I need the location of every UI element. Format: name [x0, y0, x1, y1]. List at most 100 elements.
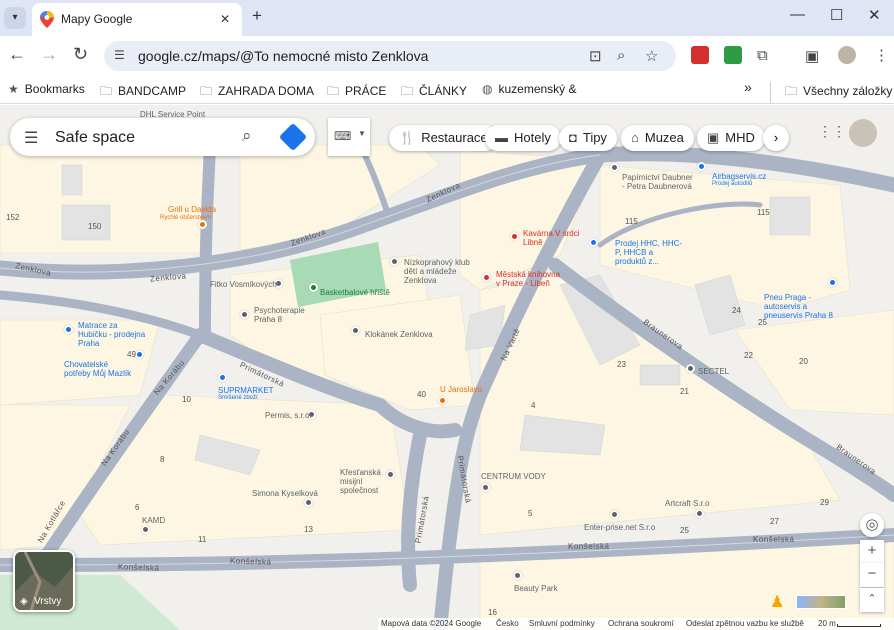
- poi-label[interactable]: Prodej HHC, HHC-P, HHCB a produktů z...: [615, 239, 685, 266]
- poi-label[interactable]: U Jaroslava: [440, 385, 482, 394]
- checkmark-extension-icon[interactable]: [724, 46, 742, 64]
- poi-label[interactable]: Nízkoprahový klub dětí a mládeže Zenklov…: [404, 258, 474, 285]
- url-text[interactable]: google.cz/maps/@To nemocné misto Zenklov…: [138, 48, 428, 64]
- imagery-thumbnails[interactable]: [796, 595, 846, 609]
- poi-pin-icon[interactable]: [686, 364, 695, 373]
- poi-label[interactable]: Psychoterapie Praha 8: [254, 306, 314, 324]
- install-app-icon[interactable]: ⊡: [589, 47, 602, 65]
- layers-button[interactable]: ◈ Vrstvy: [13, 550, 75, 612]
- chip-tips[interactable]: ◘ Tipy: [559, 125, 617, 151]
- bookmarks-button[interactable]: ★ Bookmarks: [8, 82, 85, 96]
- pdf-extension-icon[interactable]: [691, 46, 709, 64]
- directions-icon[interactable]: [278, 122, 308, 152]
- expand-icon[interactable]: ⌃: [860, 588, 884, 612]
- car-service-pin-icon[interactable]: [828, 278, 837, 287]
- poi-pin-icon[interactable]: [513, 571, 522, 580]
- back-icon[interactable]: ←: [8, 44, 26, 65]
- poi-pin-icon[interactable]: [695, 509, 704, 518]
- map-canvas[interactable]: Zenklova Zenklova Zenklova Zenklova Prim…: [0, 105, 894, 630]
- poi-label[interactable]: Křesťanská misijní společnost: [340, 468, 388, 495]
- new-tab-icon[interactable]: +: [252, 6, 262, 26]
- poi-label[interactable]: Grill u Davida: [168, 205, 216, 214]
- account-avatar[interactable]: [849, 119, 877, 147]
- feedback-link[interactable]: Odeslat zpětnou vazbu ke službě: [686, 619, 804, 628]
- poi-label[interactable]: Papírnictví Daubner - Petra Daubnerová: [622, 173, 694, 191]
- tab-maps[interactable]: Mapy Google ✕: [32, 3, 242, 36]
- poi-label[interactable]: Kavárna V srdci Libně: [523, 229, 583, 247]
- zoom-in-button[interactable]: +: [860, 540, 884, 564]
- poi-pin-icon[interactable]: [610, 510, 619, 519]
- restaurant-pin-icon[interactable]: [438, 396, 447, 405]
- poi-label[interactable]: CENTRUM VODY: [481, 472, 546, 481]
- google-apps-icon[interactable]: ⋮⋮: [818, 123, 846, 140]
- bookmark-folder[interactable]: 🗀 PRÁCE: [327, 82, 386, 103]
- poi-label[interactable]: Chovatelské potřeby Můj Mazlík: [64, 360, 134, 378]
- chevron-right-icon[interactable]: ›: [763, 125, 789, 151]
- forward-icon[interactable]: →: [40, 44, 58, 65]
- search-input[interactable]: Safe space: [55, 129, 135, 147]
- poi-label[interactable]: KAMD: [142, 516, 165, 525]
- maximize-icon[interactable]: ☐: [830, 6, 843, 24]
- reload-icon[interactable]: ↻: [73, 44, 88, 65]
- poi-pin-icon[interactable]: [304, 498, 313, 507]
- poi-pin-icon[interactable]: [240, 310, 249, 319]
- chip-hotels[interactable]: ▬ Hotely: [485, 125, 561, 151]
- shop-pin-icon[interactable]: [589, 238, 598, 247]
- park-pin-icon[interactable]: [309, 283, 318, 292]
- poi-pin-icon[interactable]: [481, 483, 490, 492]
- shop-pin-icon[interactable]: [610, 163, 619, 172]
- poi-label[interactable]: Beauty Park: [514, 584, 558, 593]
- poi-label[interactable]: Enter-prise.net S.r.o: [584, 523, 655, 532]
- all-bookmarks-folder[interactable]: 🗀 Všechny záložky: [770, 82, 892, 103]
- chip-museums[interactable]: ⌂ Muzea: [621, 125, 694, 151]
- search-box[interactable]: ☰ Safe space ⌕: [10, 118, 315, 156]
- profile-avatar[interactable]: [838, 46, 856, 64]
- poi-label[interactable]: Simona Kyselková: [252, 489, 318, 498]
- poi-label[interactable]: Městská knihovna v Praze - Libeň: [496, 270, 564, 288]
- search-icon[interactable]: ⌕: [242, 126, 252, 146]
- bookmark-folder[interactable]: 🗀 ZAHRADA DOMA: [200, 82, 314, 103]
- poi-label[interactable]: Pneu Praga - autoservis a pneuservis Pra…: [764, 293, 844, 320]
- poi-label[interactable]: Permis, s.r.o.: [265, 411, 312, 420]
- bookmark-folder[interactable]: 🗀 BANDCAMP: [100, 82, 186, 103]
- side-panel-icon[interactable]: ▣: [805, 47, 819, 65]
- poi-pin-icon[interactable]: [390, 257, 399, 266]
- chip-restaurants[interactable]: 🍴 Restaurace: [389, 125, 498, 151]
- privacy-link[interactable]: Ochrana soukromí: [608, 619, 674, 628]
- input-tools-button[interactable]: ⌨ ▼: [328, 118, 370, 156]
- more-bookmarks-icon[interactable]: »: [744, 79, 752, 95]
- country-link[interactable]: Česko: [496, 619, 519, 628]
- poi-label[interactable]: SECTEL: [698, 367, 729, 376]
- shop-pin-icon[interactable]: [64, 325, 73, 334]
- library-pin-icon[interactable]: [482, 273, 491, 282]
- close-tab-icon[interactable]: ✕: [220, 12, 230, 26]
- minimize-icon[interactable]: —: [790, 6, 805, 23]
- zoom-out-button[interactable]: −: [860, 563, 884, 587]
- hamburger-menu-icon[interactable]: ☰: [24, 128, 38, 148]
- bookmark-star-icon[interactable]: ☆: [645, 47, 658, 65]
- pet-shop-pin-icon[interactable]: [135, 350, 144, 359]
- poi-pin-icon[interactable]: [141, 525, 150, 534]
- poi-label[interactable]: Matrace za Hubičku - prodejna Praha: [78, 321, 148, 348]
- cafe-pin-icon[interactable]: [510, 232, 519, 241]
- close-window-icon[interactable]: ✕: [868, 6, 881, 24]
- chip-transit[interactable]: ▣ MHD: [697, 125, 765, 151]
- scale-label[interactable]: 20 m: [818, 619, 836, 628]
- terms-link[interactable]: Smluvní podmínky: [529, 619, 595, 628]
- car-parts-pin-icon[interactable]: [697, 162, 706, 171]
- zoom-icon[interactable]: ⌕: [617, 47, 625, 64]
- menu-kebab-icon[interactable]: ⋮: [874, 46, 889, 64]
- bookmark-folder[interactable]: 🗀 ČLÁNKY: [401, 82, 467, 103]
- site-info-icon[interactable]: ☰: [114, 48, 125, 62]
- tab-search-button[interactable]: ▾: [4, 7, 26, 29]
- extensions-puzzle-icon[interactable]: ⧉: [757, 47, 768, 64]
- poi-label[interactable]: Klokánek Zenklova: [365, 330, 433, 339]
- address-bar[interactable]: ☰ google.cz/maps/@To nemocné misto Zenkl…: [104, 41, 676, 71]
- pegman-icon[interactable]: ♟: [770, 592, 784, 612]
- poi-label[interactable]: Artcraft S.r.o: [665, 499, 709, 508]
- poi-pin-icon[interactable]: [351, 326, 360, 335]
- shop-pin-icon[interactable]: [218, 373, 227, 382]
- poi-label[interactable]: Fitko Vosmíkových: [210, 280, 277, 289]
- my-location-icon[interactable]: ◎: [860, 513, 884, 537]
- bookmark-link[interactable]: ◍ kuzemenský &: [482, 82, 577, 96]
